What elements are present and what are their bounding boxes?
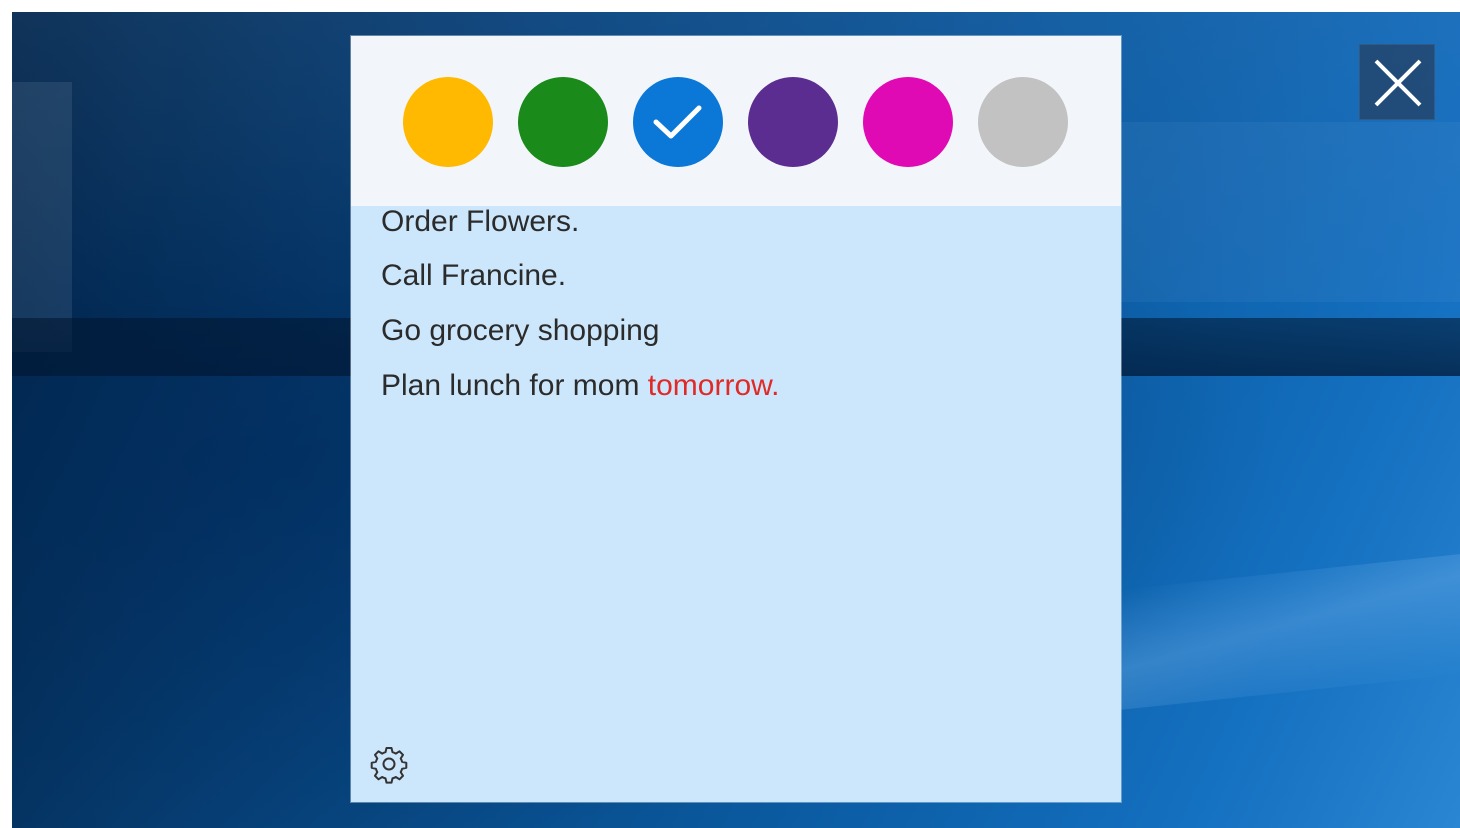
note-line-text: Call Francine. — [381, 259, 567, 292]
sticky-note: Order Flowers. Call Francine. Go grocery… — [351, 36, 1121, 802]
color-swatch-gray[interactable] — [978, 77, 1068, 167]
note-line: Call Francine. — [381, 248, 1081, 303]
note-text-area[interactable]: Order Flowers. Call Francine. Go grocery… — [381, 196, 1081, 413]
settings-button[interactable] — [367, 742, 411, 786]
wallpaper-window-pane — [1120, 122, 1460, 302]
color-swatch-yellow[interactable] — [403, 77, 493, 167]
note-line: Go grocery shopping — [381, 303, 1081, 358]
note-color-picker — [351, 36, 1121, 206]
desktop-background: Order Flowers. Call Francine. Go grocery… — [12, 12, 1460, 828]
note-line-text: Order Flowers. — [381, 205, 580, 238]
color-swatch-pink[interactable] — [863, 77, 953, 167]
color-swatch-green[interactable] — [518, 77, 608, 167]
note-line-text: Go grocery shopping — [381, 314, 660, 347]
close-button[interactable] — [1359, 44, 1435, 120]
color-swatch-purple[interactable] — [748, 77, 838, 167]
background-window-edge — [12, 82, 72, 352]
gear-icon — [370, 747, 408, 784]
note-line-text: Plan lunch for mom — [381, 369, 648, 402]
note-line: Plan lunch for mom tomorrow. — [381, 358, 1081, 413]
note-line-punctuation: . — [771, 369, 780, 402]
wallpaper-light-streak — [1120, 554, 1460, 710]
color-swatch-blue[interactable] — [633, 77, 723, 167]
highlighted-word: tomorrow — [647, 369, 772, 402]
checkmark-icon — [653, 105, 702, 139]
close-icon — [1374, 59, 1422, 107]
